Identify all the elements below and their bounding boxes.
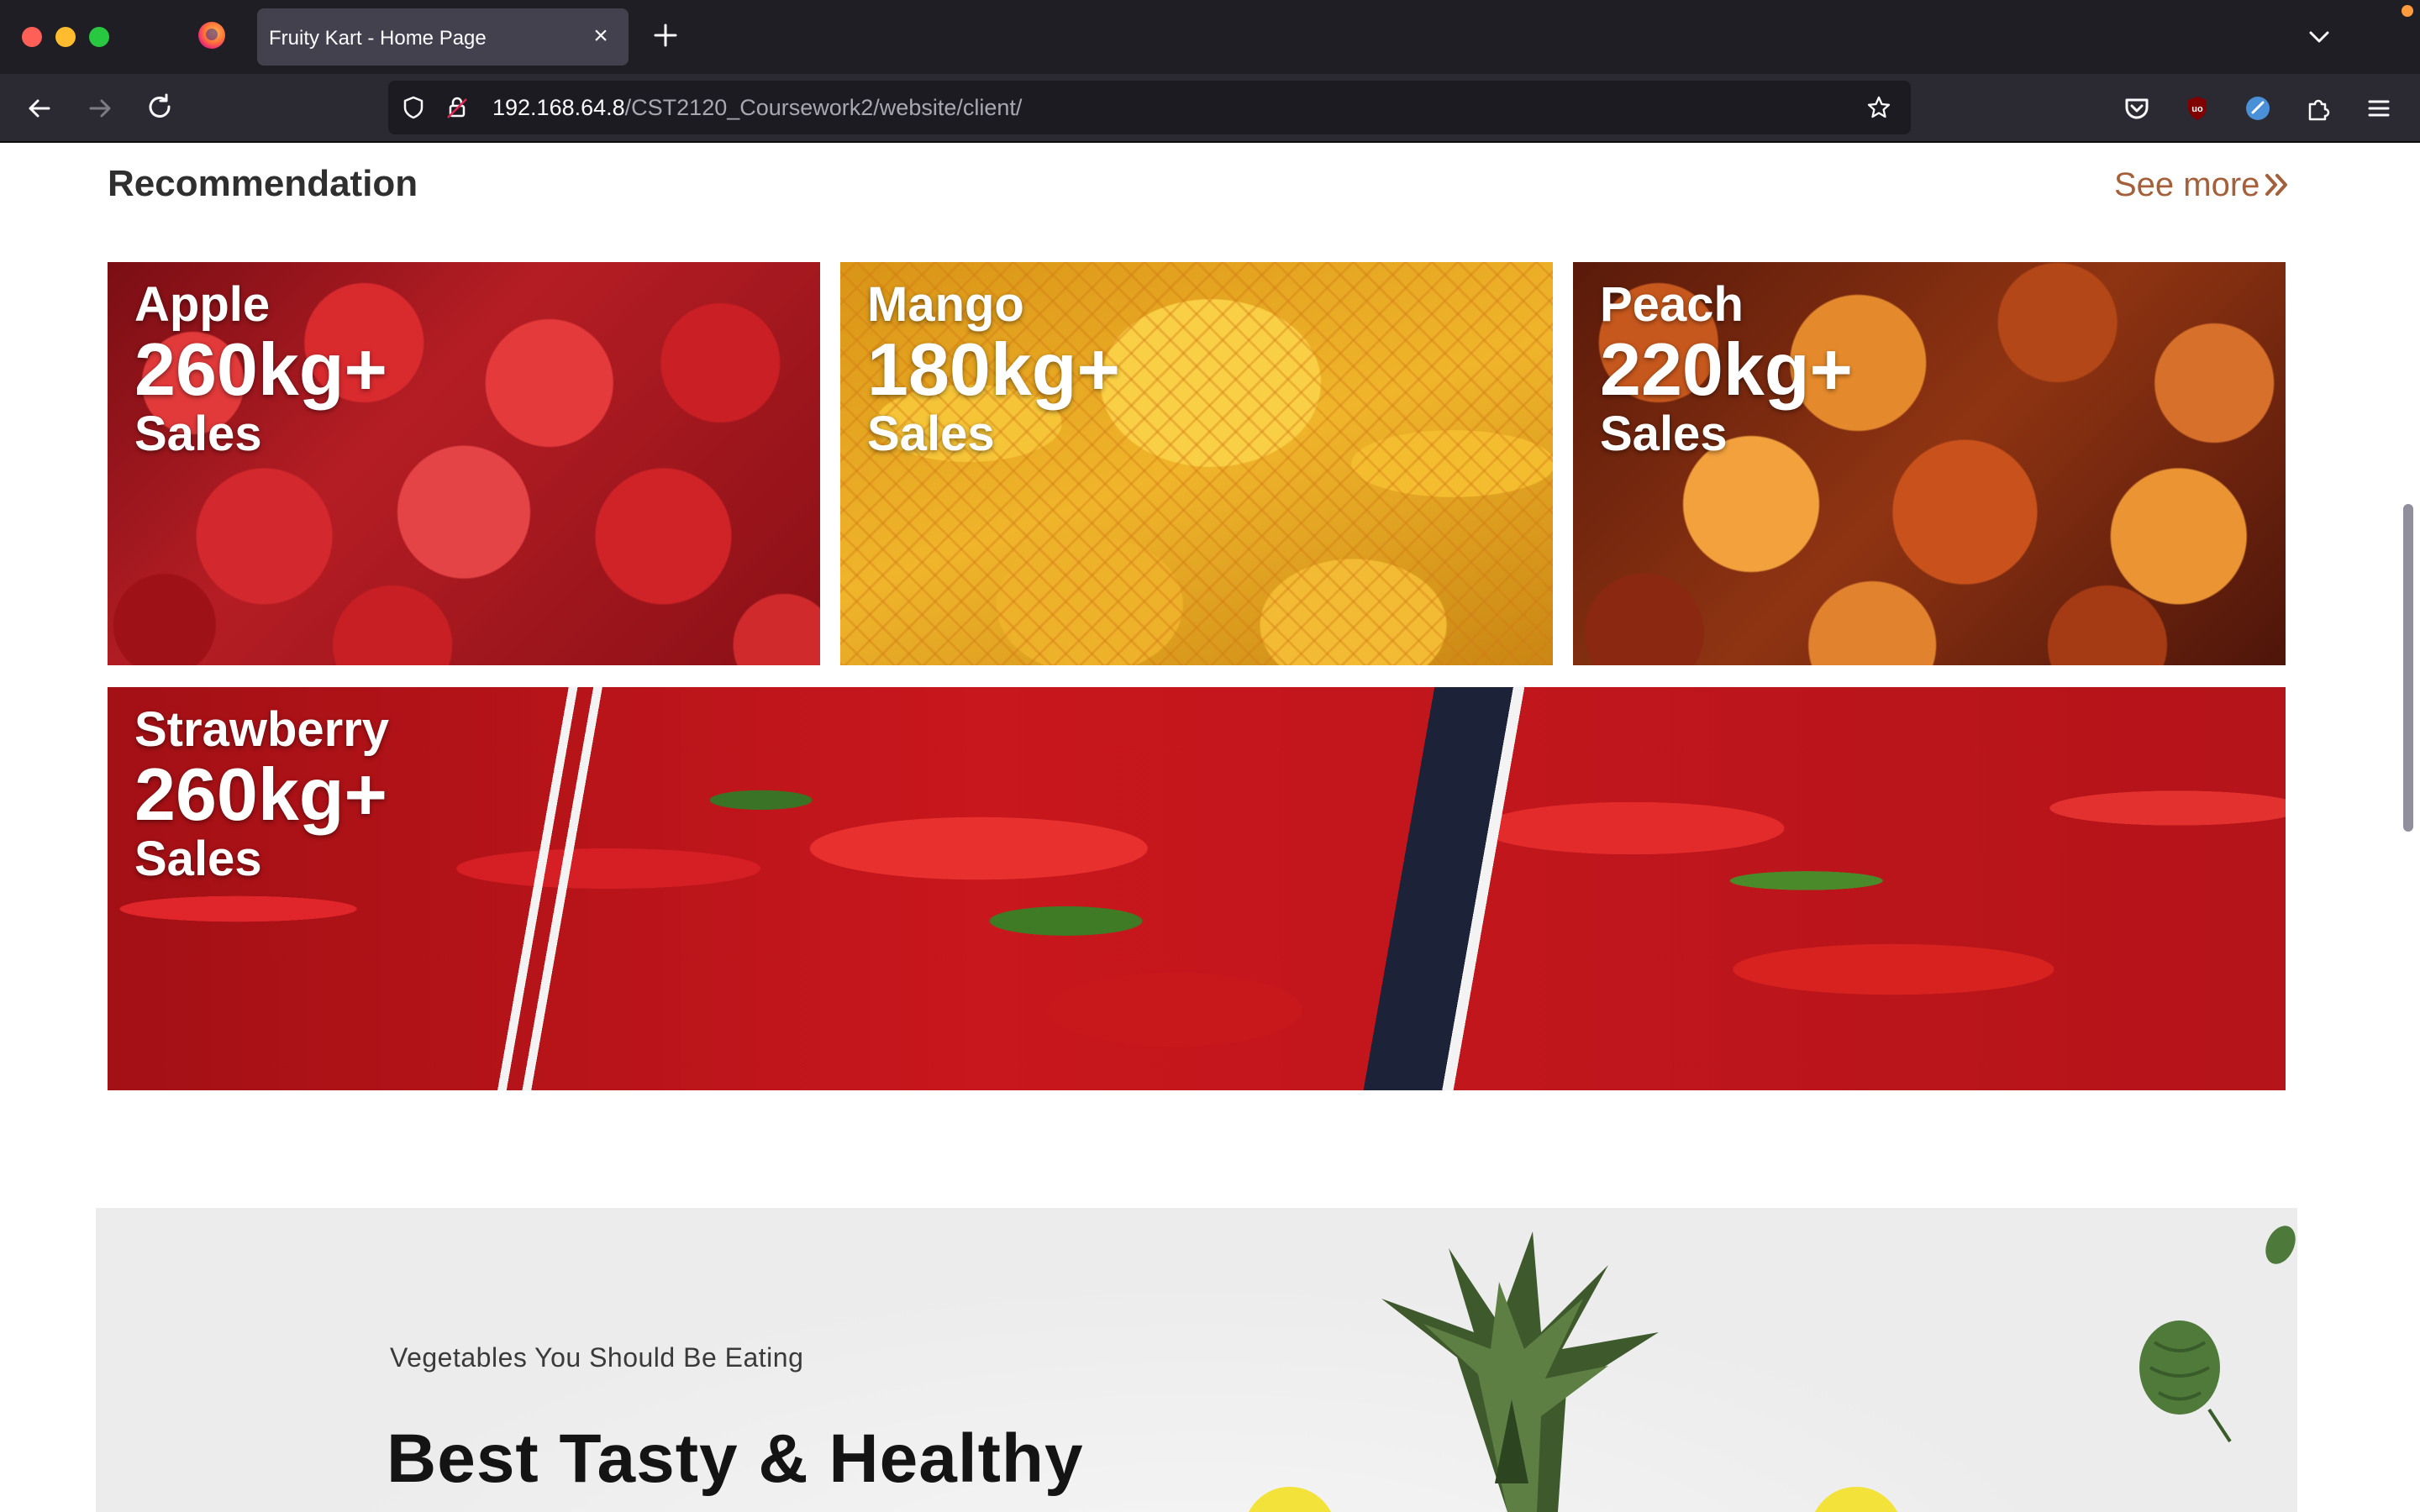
close-icon[interactable]: ×: [588, 24, 613, 49]
forward-arrow-icon[interactable]: [81, 89, 119, 128]
url-text[interactable]: 192.168.64.8/CST2120_Coursework2/website…: [492, 95, 1022, 121]
product-card-peach[interactable]: Peach 220kg+ Sales: [1573, 262, 2286, 665]
url-bar[interactable]: 192.168.64.8/CST2120_Coursework2/website…: [388, 81, 1911, 134]
pocket-icon[interactable]: [2118, 89, 2156, 128]
card-fruit-name: Peach: [1600, 277, 1744, 332]
card-sales-label: Sales: [134, 407, 262, 461]
firefox-icon[interactable]: [198, 22, 225, 49]
chevron-down-icon[interactable]: [2304, 22, 2334, 52]
card-fruit-name: Mango: [867, 277, 1024, 332]
double-chevron-right-icon: [2265, 174, 2288, 196]
extension-blue-icon[interactable]: [2238, 89, 2277, 128]
leaf-image: [2265, 1226, 2296, 1264]
pineapple-image: [1381, 1231, 1659, 1512]
card-overlay: Mango 180kg+ Sales: [867, 281, 1120, 459]
card-overlay: Strawberry 260kg+ Sales: [134, 706, 389, 884]
recommendation-title: Recommendation: [108, 163, 418, 204]
hamburger-menu-icon[interactable]: [2360, 89, 2398, 128]
update-indicator-dot: [2402, 5, 2413, 17]
hop-leaf-image: [2139, 1320, 2232, 1443]
plus-icon: [654, 24, 677, 47]
card-fruit-name: Strawberry: [134, 702, 390, 757]
product-card-apple[interactable]: Apple 260kg+ Sales: [108, 262, 820, 665]
card-sales-amount: 220kg+: [1600, 328, 1853, 411]
card-sales-label: Sales: [134, 832, 262, 886]
star-icon[interactable]: [1865, 94, 1892, 121]
window-zoom-button[interactable]: [89, 27, 109, 47]
browser-nav-bar: 192.168.64.8/CST2120_Coursework2/website…: [0, 74, 2420, 143]
product-card-strawberry[interactable]: Strawberry 260kg+ Sales: [108, 687, 2286, 1090]
product-card-mango[interactable]: Mango 180kg+ Sales: [840, 262, 1553, 665]
card-sales-amount: 260kg+: [134, 753, 387, 836]
url-path: /CST2120_Coursework2/website/client/: [624, 95, 1023, 120]
lemon-slice-image: [1810, 1487, 1902, 1512]
ublock-icon[interactable]: uo: [2178, 89, 2217, 128]
card-overlay: Peach 220kg+ Sales: [1600, 281, 1853, 459]
banner-title: Best Tasty & Healthy: [387, 1420, 1084, 1497]
svg-text:uo: uo: [2191, 104, 2203, 114]
see-more-label: See more: [2114, 166, 2260, 203]
page-content: Recommendation See more Apple 260kg+ Sal…: [0, 143, 2420, 1512]
tab-title: Fruity Kart - Home Page: [269, 27, 487, 50]
lemon-slice-image: [1244, 1487, 1336, 1512]
url-host: 192.168.64.8: [492, 95, 625, 120]
card-fruit-name: Apple: [134, 277, 271, 332]
promo-banner: Vegetables You Should Be Eating Best Tas…: [96, 1208, 2297, 1512]
shield-icon[interactable]: [400, 94, 427, 121]
browser-tab-active[interactable]: Fruity Kart - Home Page ×: [257, 8, 629, 66]
banner-subtitle: Vegetables You Should Be Eating: [390, 1342, 804, 1373]
card-sales-label: Sales: [867, 407, 995, 461]
puzzle-icon[interactable]: [2299, 89, 2338, 128]
page-scrollbar-thumb[interactable]: [2403, 504, 2413, 832]
card-overlay: Apple 260kg+ Sales: [134, 281, 387, 459]
reload-icon[interactable]: [141, 89, 180, 128]
browser-tab-bar: Fruity Kart - Home Page ×: [0, 0, 2420, 74]
window-close-button[interactable]: [22, 27, 42, 47]
card-sales-amount: 180kg+: [867, 328, 1120, 411]
window-minimize-button[interactable]: [55, 27, 76, 47]
see-more-link[interactable]: See more: [2114, 166, 2291, 204]
card-sales-amount: 260kg+: [134, 328, 387, 411]
back-arrow-icon[interactable]: [20, 89, 59, 128]
new-tab-button[interactable]: [649, 18, 682, 52]
card-sales-label: Sales: [1600, 407, 1728, 461]
lock-icon[interactable]: [444, 94, 471, 121]
